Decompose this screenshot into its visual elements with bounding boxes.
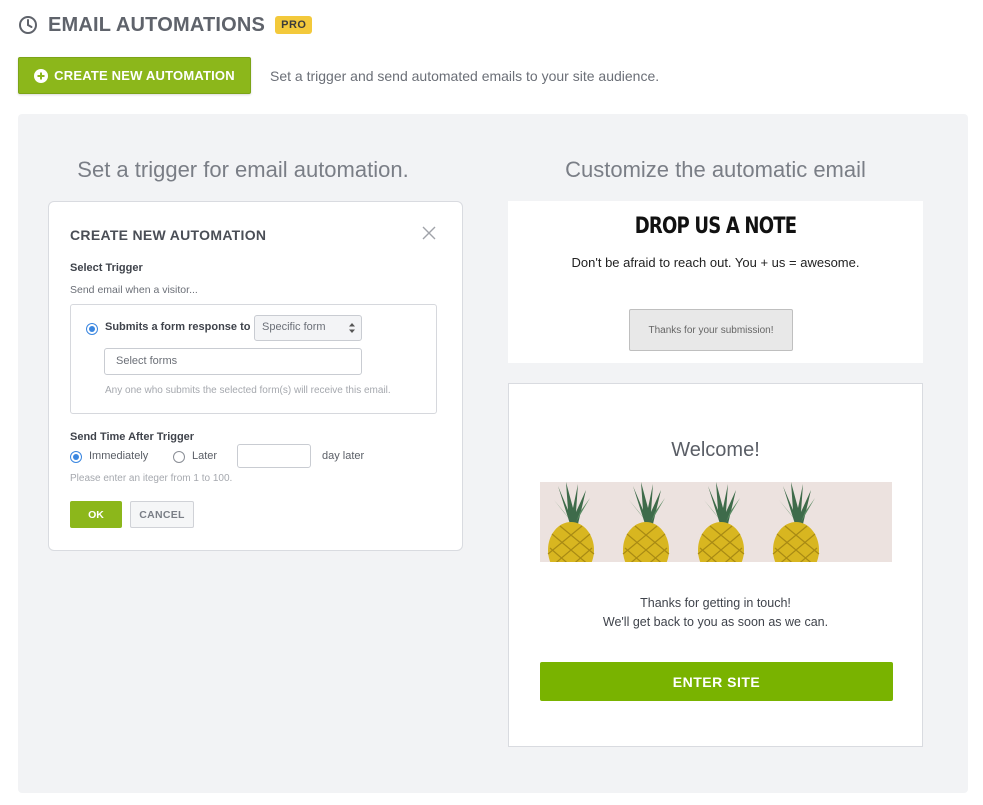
- days-input[interactable]: [237, 444, 311, 468]
- trigger-option-box: Submits a form response to Specific form…: [70, 304, 437, 414]
- ok-button[interactable]: OK: [70, 501, 122, 528]
- thanks-line-1: Thanks for getting in touch!: [640, 596, 791, 610]
- welcome-heading: Welcome!: [671, 439, 760, 461]
- select-forms-input[interactable]: Select forms: [104, 348, 362, 375]
- days-hint: Please enter an iteger from 1 to 100.: [70, 473, 233, 484]
- specific-form-select[interactable]: Specific form: [254, 315, 362, 341]
- immediately-radio[interactable]: [70, 451, 82, 463]
- email-preview: Welcome! Thanks for getting in touch! We…: [508, 383, 923, 747]
- close-icon[interactable]: [421, 225, 437, 241]
- any-one-note: Any one who submits the selected form(s)…: [105, 385, 391, 396]
- form-trigger-radio[interactable]: [86, 323, 98, 335]
- pineapple-image: [547, 482, 820, 562]
- plus-circle-icon: [34, 68, 49, 83]
- later-label: Later: [192, 450, 218, 462]
- create-button-label: CREATE NEW AUTOMATION: [54, 68, 235, 83]
- cancel-button[interactable]: CANCEL: [130, 501, 194, 528]
- create-row: CREATE NEW AUTOMATION Set a trigger and …: [18, 57, 659, 94]
- contact-form-preview: DROP US A NOTE Don't be afraid to reach …: [508, 201, 923, 363]
- clock-icon: [19, 16, 37, 34]
- page-header: EMAIL AUTOMATIONS PRO: [18, 11, 313, 39]
- select-trigger-label: Select Trigger: [70, 262, 143, 274]
- later-radio[interactable]: [173, 451, 185, 463]
- send-time-label: Send Time After Trigger: [70, 431, 195, 443]
- customize-heading: Customize the automatic email: [565, 157, 866, 182]
- day-later-label: day later: [322, 450, 365, 462]
- pineapple-banner: [540, 482, 892, 562]
- create-automation-dialog: CREATE NEW AUTOMATION Select Trigger Sen…: [48, 201, 463, 551]
- dialog-title: CREATE NEW AUTOMATION: [70, 227, 267, 243]
- specific-select-value: Specific form: [262, 321, 326, 333]
- automation-panel: Set a trigger for email automation. Cust…: [18, 114, 968, 793]
- pro-badge: PRO: [275, 16, 313, 34]
- thanks-submission-button[interactable]: Thanks for your submission!: [629, 309, 793, 351]
- thanks-line-2: We'll get back to you as soon as we can.: [602, 615, 829, 629]
- enter-site-button[interactable]: ENTER SITE: [540, 662, 893, 701]
- send-when-text: Send email when a visitor...: [70, 284, 198, 296]
- note-subtitle: Don't be afraid to reach out. You + us =…: [571, 255, 860, 270]
- trigger-heading: Set a trigger for email automation.: [77, 157, 409, 182]
- create-description: Set a trigger and send automated emails …: [270, 67, 660, 84]
- page-title: EMAIL AUTOMATIONS: [48, 13, 266, 36]
- immediately-label: Immediately: [89, 450, 149, 462]
- note-title: DROP US A NOTE: [634, 214, 797, 239]
- thanks-message: Thanks for getting in touch! We'll get b…: [509, 594, 922, 632]
- updown-arrow-icon: [349, 323, 355, 333]
- submits-form-label: Submits a form response to: [105, 321, 251, 333]
- create-new-automation-button[interactable]: CREATE NEW AUTOMATION: [18, 57, 251, 94]
